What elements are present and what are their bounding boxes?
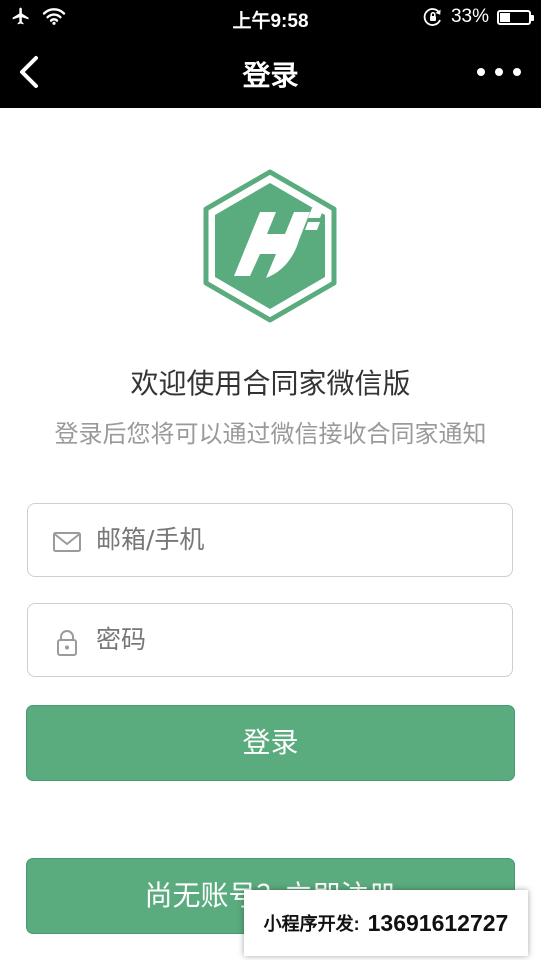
email-input[interactable] xyxy=(96,504,496,575)
battery-percent: 33% xyxy=(450,6,489,27)
developer-watermark: 小程序开发: 13691612727 xyxy=(244,890,528,956)
page-title: 登录 xyxy=(242,59,299,92)
welcome-title: 欢迎使用合同家微信版 xyxy=(130,367,411,400)
more-dots-icon[interactable] xyxy=(477,60,521,84)
status-right: 33% xyxy=(423,6,534,28)
battery-icon xyxy=(497,9,534,25)
watermark-label: 小程序开发: xyxy=(263,914,360,934)
status-bar: 上午9:58 33% xyxy=(0,0,541,36)
welcome-subtitle: 登录后您将可以通过微信接收合同家通知 xyxy=(54,420,487,448)
watermark-phone: 13691612727 xyxy=(367,909,509,936)
password-input[interactable] xyxy=(96,604,496,675)
orientation-lock-icon xyxy=(423,8,441,26)
email-field[interactable] xyxy=(27,503,513,577)
nav-bar: 登录 xyxy=(0,36,541,108)
more-dot xyxy=(513,68,521,76)
more-dot xyxy=(477,68,485,76)
password-field[interactable] xyxy=(27,603,513,677)
login-button[interactable]: 登录 xyxy=(26,705,515,781)
battery-level xyxy=(500,12,510,22)
hj-hexagon-logo xyxy=(203,169,337,323)
lock-icon xyxy=(57,630,77,656)
mail-icon xyxy=(53,532,81,552)
more-dot xyxy=(495,68,503,76)
